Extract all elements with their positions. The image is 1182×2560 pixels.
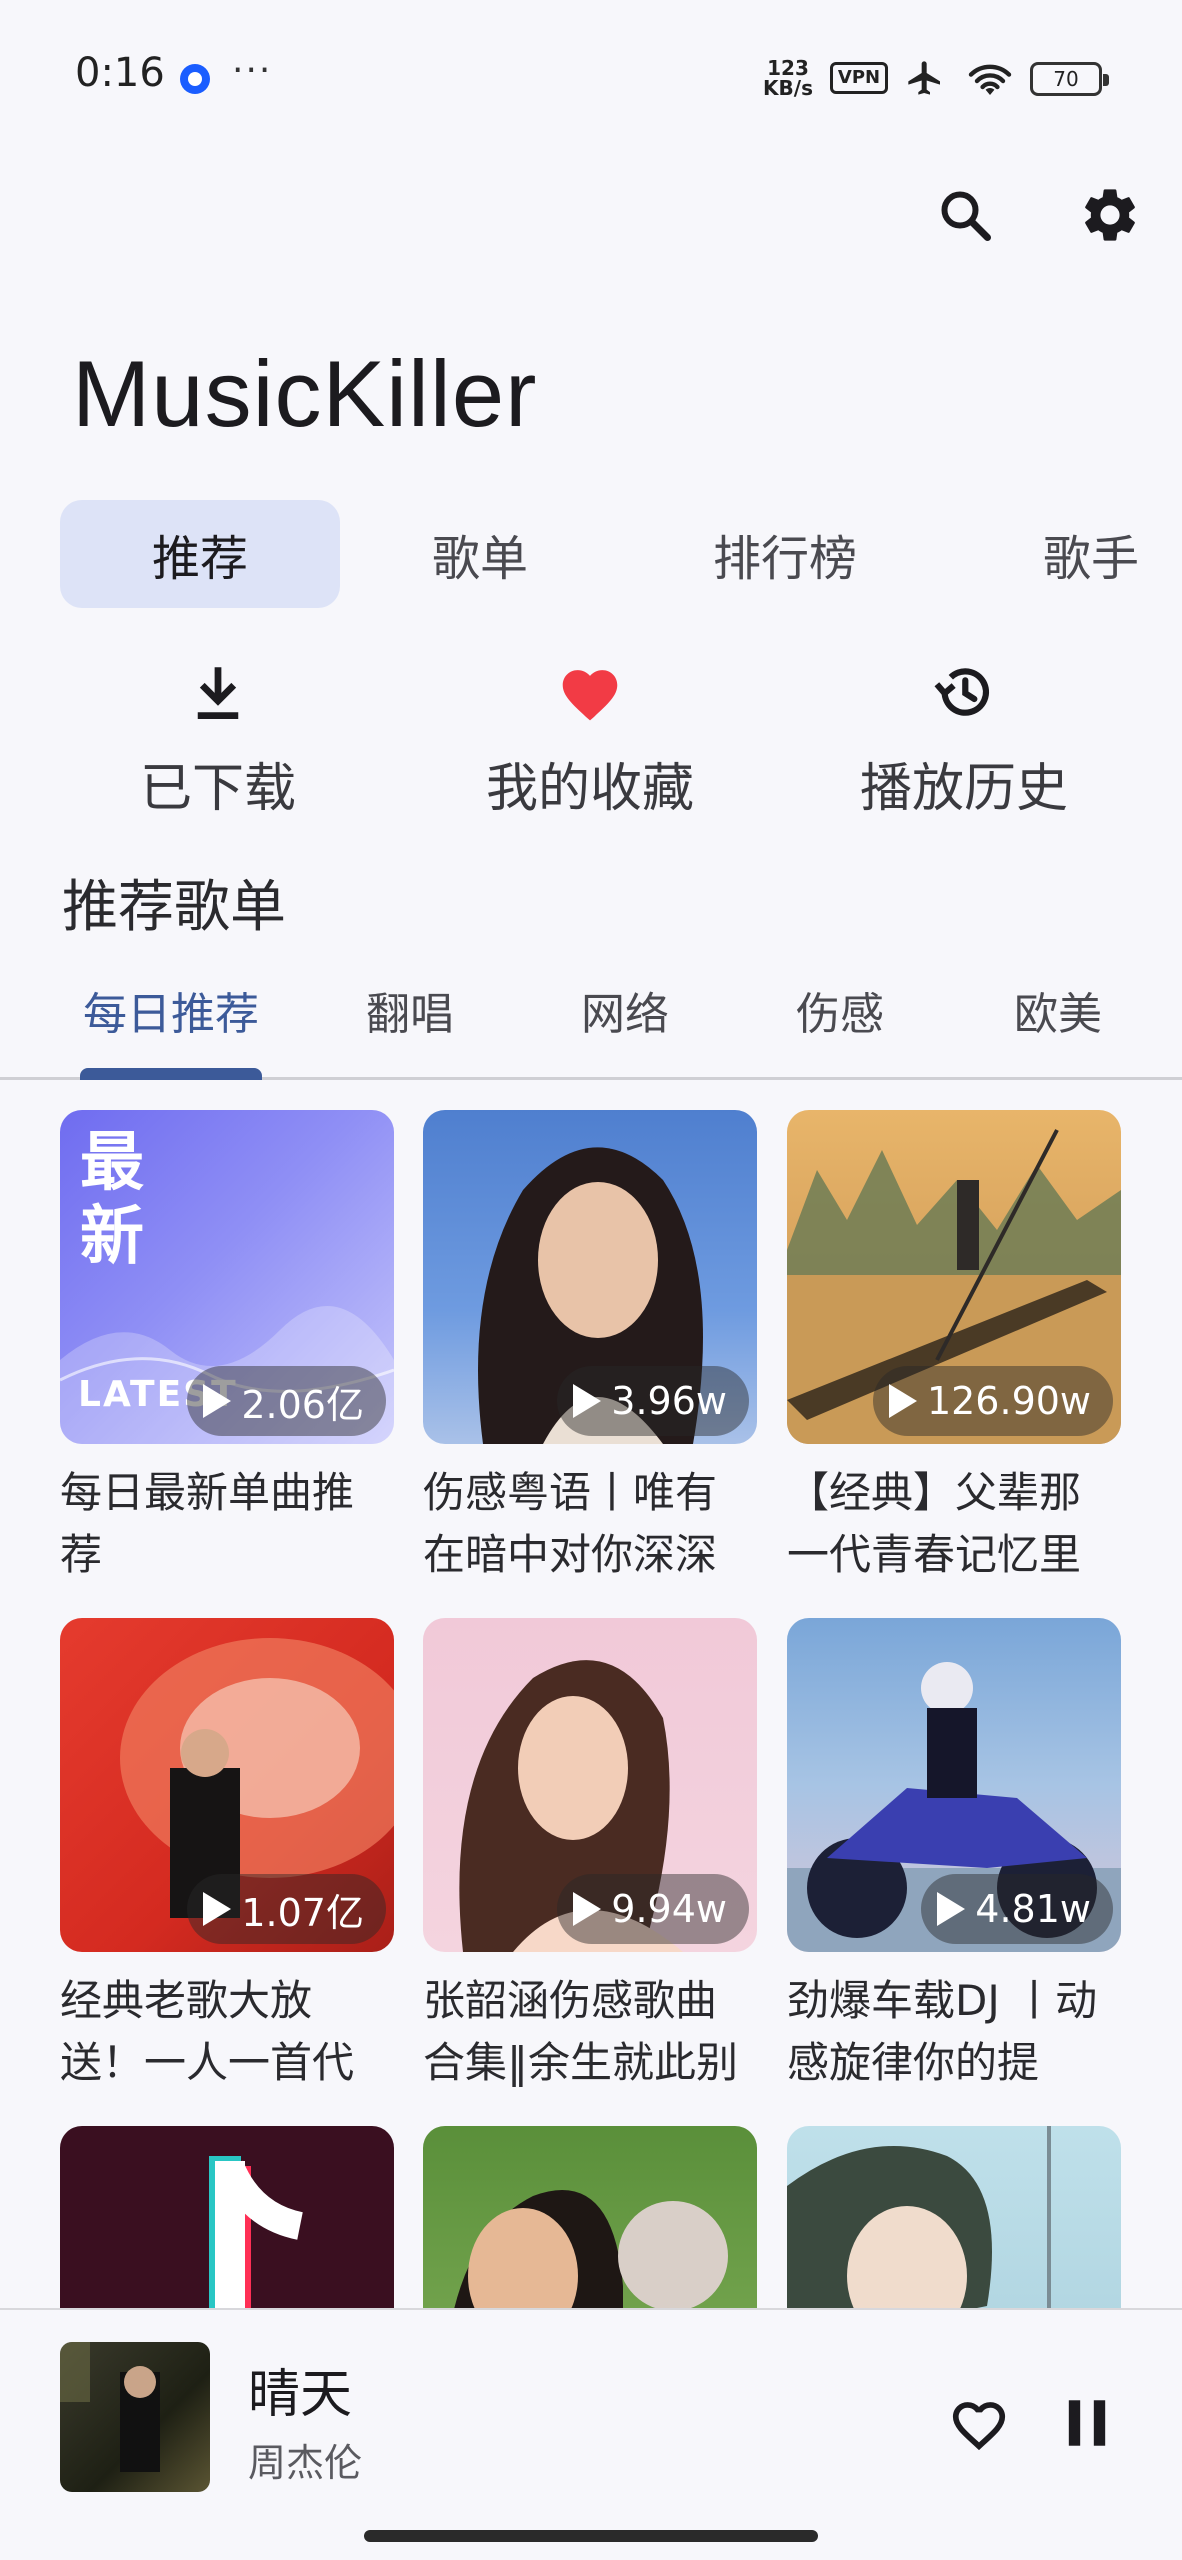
cover-big-text: 最新	[80, 1126, 144, 1274]
play-count: 126.90w	[926, 1379, 1091, 1423]
play-icon	[573, 1384, 602, 1418]
playlist-title: 张韶涵伤感歌曲合集‖余生就此别	[423, 1976, 739, 2087]
playlist-grid: 最新 LATEST 2.06亿 每日最新单曲推荐 3.96w 伤感粤语丨唯有在暗…	[0, 1110, 1182, 2310]
album-art[interactable]	[60, 2342, 210, 2492]
pause-icon[interactable]	[1052, 2388, 1122, 2458]
category-tabs: 每日推荐 翻唱 网络 伤感 欧美	[0, 970, 1182, 1080]
playlist-cover: 最新 LATEST 2.06亿	[60, 1110, 394, 1444]
now-playing-title: 晴天	[248, 2365, 353, 2425]
history-icon	[814, 660, 1114, 724]
play-icon	[203, 1384, 232, 1418]
airplane-mode-icon	[908, 61, 940, 95]
search-icon[interactable]	[930, 180, 1000, 250]
playlist-card[interactable]	[60, 2126, 394, 2310]
playlist-cover	[60, 2126, 394, 2310]
playlist-cover: 1.07亿	[60, 1618, 394, 1952]
playlist-card[interactable]: 3.96w 伤感粤语丨唯有在暗中对你深深	[423, 1110, 757, 1586]
heart-outline-icon[interactable]	[944, 2388, 1014, 2458]
history-button[interactable]: 播放历史	[814, 660, 1114, 821]
play-count-badge[interactable]: 4.81w	[921, 1874, 1113, 1944]
status-bar: 0:16 ··· 123 KB/s VPN 70	[0, 0, 1182, 150]
playlist-cover: 9.94w	[423, 1618, 757, 1952]
playlist-title: 【经典】父辈那一代青春记忆里的	[787, 1468, 1082, 1579]
category-tab-sad[interactable]: 伤感	[770, 970, 910, 1050]
home-indicator[interactable]	[364, 2530, 818, 2542]
play-count-badge[interactable]: 126.90w	[872, 1366, 1113, 1436]
category-tab-western[interactable]: 欧美	[988, 970, 1128, 1050]
play-count: 3.96w	[611, 1379, 727, 1423]
downloaded-button[interactable]: 已下载	[68, 660, 368, 821]
main-tabs: 推荐 歌单 排行榜 歌手	[0, 500, 1182, 608]
playlist-card[interactable]: 4.81w 劲爆车载DJ 丨动感旋律你的提	[787, 1618, 1121, 2094]
playlist-card[interactable]: 126.90w 【经典】父辈那一代青春记忆里的	[787, 1110, 1121, 1586]
heart-icon	[440, 660, 740, 724]
mini-player[interactable]: 晴天 周杰伦	[0, 2308, 1182, 2560]
tab-recommend[interactable]: 推荐	[60, 500, 340, 608]
battery-indicator: 70	[1030, 62, 1109, 96]
favorites-button[interactable]: 我的收藏	[440, 660, 740, 821]
play-count-badge[interactable]: 2.06亿	[187, 1366, 386, 1436]
playlist-cover: 3.96w	[423, 1110, 757, 1444]
playlist-card[interactable]	[787, 2126, 1121, 2310]
playlist-title: 伤感粤语丨唯有在暗中对你深深	[423, 1468, 718, 1579]
play-count-badge[interactable]: 9.94w	[557, 1874, 749, 1944]
playlist-cover	[423, 2126, 757, 2310]
now-playing-artist: 周杰伦	[248, 2441, 363, 2485]
network-speed: 123 KB/s	[760, 58, 816, 98]
playlist-card[interactable]: 9.94w 张韶涵伤感歌曲合集‖余生就此别	[423, 1618, 757, 2094]
tab-playlists[interactable]: 歌单	[370, 500, 590, 608]
playlist-card[interactable]	[423, 2126, 757, 2310]
download-icon	[68, 660, 368, 724]
playlist-card[interactable]: 1.07亿 经典老歌大放送！一人一首代	[60, 1618, 394, 2094]
network-speed-value: 123	[767, 56, 809, 80]
playlist-card[interactable]: 最新 LATEST 2.06亿 每日最新单曲推荐	[60, 1110, 394, 1586]
app-title: MusicKiller	[72, 341, 538, 446]
more-notifications-icon: ···	[232, 50, 273, 91]
playlist-cover: 126.90w	[787, 1110, 1121, 1444]
status-time: 0:16	[75, 50, 165, 96]
favorites-label: 我的收藏	[485, 759, 694, 819]
play-icon	[573, 1892, 602, 1926]
playlist-cover	[787, 2126, 1121, 2310]
play-count: 1.07亿	[241, 1890, 364, 1935]
play-icon	[203, 1892, 232, 1926]
play-icon	[888, 1384, 917, 1418]
section-title: 推荐歌单	[62, 875, 286, 940]
playlist-title: 劲爆车载DJ 丨动感旋律你的提	[787, 1976, 1098, 2087]
active-tab-indicator	[80, 1068, 262, 1080]
wifi-icon	[968, 64, 1012, 95]
play-count: 4.81w	[975, 1887, 1091, 1931]
vpn-badge: VPN	[830, 62, 888, 94]
gear-icon[interactable]	[1075, 180, 1145, 250]
downloaded-label: 已下载	[139, 759, 296, 819]
play-count-badge[interactable]: 1.07亿	[187, 1874, 386, 1944]
history-label: 播放历史	[859, 759, 1068, 819]
playlist-title: 每日最新单曲推荐	[60, 1468, 355, 1579]
category-tab-internet[interactable]: 网络	[555, 970, 695, 1050]
tab-artists[interactable]: 歌手	[1000, 500, 1182, 608]
play-count-badge[interactable]: 3.96w	[557, 1366, 749, 1436]
network-speed-unit: KB/s	[763, 76, 813, 100]
tab-charts[interactable]: 排行榜	[660, 500, 910, 608]
playlist-cover: 4.81w	[787, 1618, 1121, 1952]
playlist-title: 经典老歌大放送！一人一首代	[60, 1976, 355, 2087]
category-tab-daily[interactable]: 每日推荐	[70, 970, 272, 1050]
play-count: 2.06亿	[241, 1382, 364, 1427]
notification-app-icon	[180, 64, 210, 94]
play-count: 9.94w	[611, 1887, 727, 1931]
category-tab-cover[interactable]: 翻唱	[340, 970, 480, 1050]
play-icon	[937, 1892, 966, 1926]
